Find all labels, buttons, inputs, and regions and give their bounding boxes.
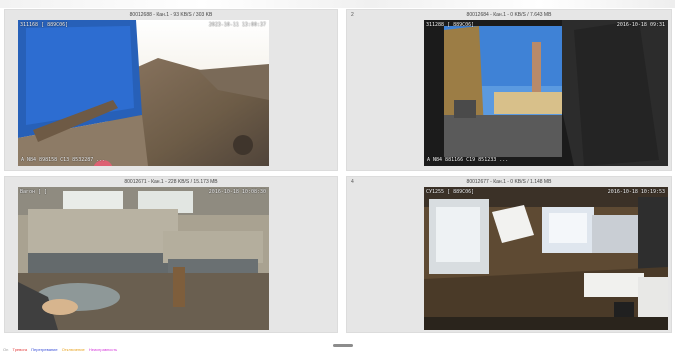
camera-osd-coordinates: A N84 898158 C13 8532287 ... [21, 157, 106, 163]
top-toolbar-strip [0, 0, 675, 8]
camera-tile-2[interactable]: 2 80012684 - Кан.1 - 0 KB/S / 7.643 MB 3… [346, 9, 672, 171]
legend-item-overheat: Перегревание [31, 347, 58, 352]
camera-feed[interactable]: 311168 [ 889C06] 2023-10-11 13:00:37 A N… [18, 20, 269, 166]
camera-feed[interactable]: Вагон [ ] 2016-10-18 10:08:30 [18, 187, 269, 330]
camera-feed[interactable]: СУ1255 [ 889C06] 2016-10-18 10:19:53 [424, 187, 668, 330]
tile-title: 80012671 - Кан.1 - 228 KB/S / 15.173 MB [124, 179, 218, 185]
tile-title: 80012688 - Кан.1 - 93 KB/S / 303 KB [129, 12, 213, 18]
camera-osd-label: 311168 [ 889C06] [20, 22, 69, 28]
camera-osd-timestamp: 2016-10-18 10:19:53 [607, 189, 665, 195]
camera-osd-coordinates: A N84 881166 C19 851233 ... [427, 157, 509, 163]
camera-feed[interactable]: 311288 [ 889C06] 2016-10-18 09:31 A N84 … [424, 20, 668, 166]
camera-grid: 80012688 - Кан.1 - 93 KB/S / 303 KB 3111… [4, 9, 672, 333]
legend-item-alarm: Тревога [12, 347, 28, 352]
tile-title: 80012677 - Кан.1 - 0 KB/S / 1.148 MB [466, 179, 552, 185]
panel-resize-handle[interactable] [333, 344, 353, 347]
tile-title: 80012684 - Кан.1 - 0 KB/S / 7.643 MB [466, 12, 552, 18]
camera-tile-3[interactable]: 80012671 - Кан.1 - 228 KB/S / 15.173 MB … [4, 176, 338, 333]
status-legend: On Тревога Перегревание Отключение Неисп… [3, 347, 120, 352]
legend-item-on: On [3, 347, 9, 352]
camera-image [424, 187, 668, 330]
legend-item-fault: Неисправность [88, 347, 118, 352]
camera-tile-1[interactable]: 80012688 - Кан.1 - 93 KB/S / 303 KB 3111… [4, 9, 338, 171]
camera-osd-timestamp: 2016-10-18 10:08:30 [208, 189, 266, 195]
camera-osd-label: 311288 [ 889C06] [426, 22, 475, 28]
camera-tile-4[interactable]: 4 80012677 - Кан.1 - 0 KB/S / 1.148 MB С… [346, 176, 672, 333]
legend-item-disconnect: Отключение [61, 347, 85, 352]
camera-image [18, 20, 269, 166]
camera-osd-timestamp: 2016-10-18 09:31 [616, 22, 665, 28]
camera-osd-timestamp: 2023-10-11 13:00:37 [208, 22, 266, 28]
camera-image [18, 187, 269, 330]
camera-osd-label: СУ1255 [ 889C06] [426, 189, 475, 195]
camera-osd-label: Вагон [ ] [20, 189, 48, 195]
camera-image [424, 20, 668, 166]
